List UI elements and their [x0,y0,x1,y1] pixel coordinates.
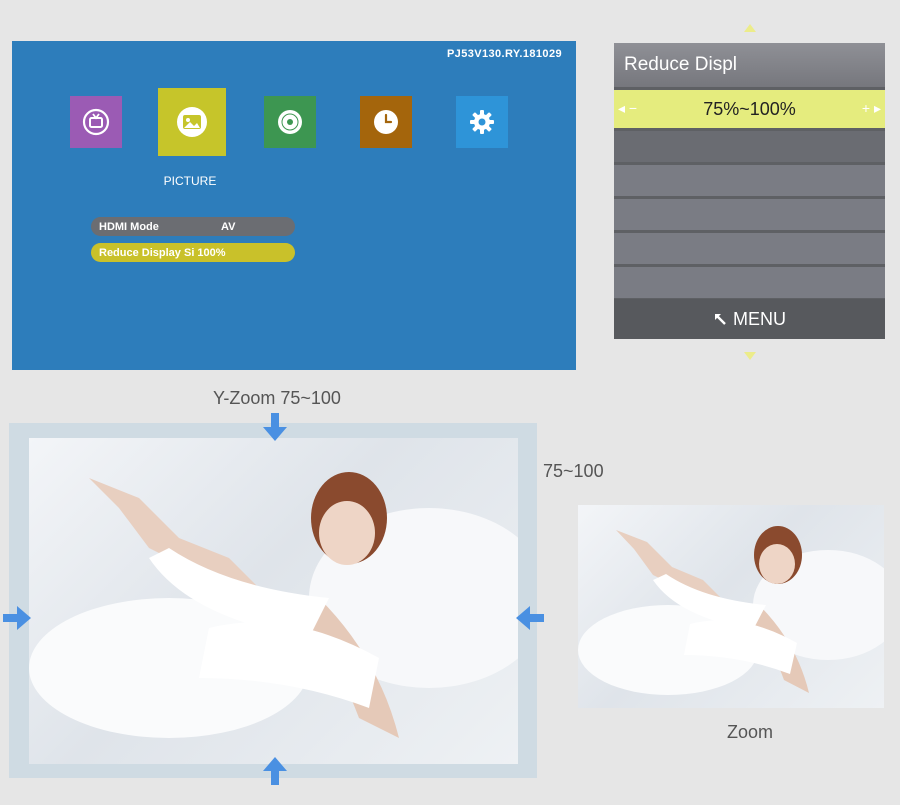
disc-icon [278,110,302,134]
arrow-left-icon [516,606,544,630]
decrease-control[interactable]: ◂ − [618,100,637,117]
menu-label: MENU [733,308,786,329]
selector-value: 75%~100% [703,98,796,119]
zoom-caption: Zoom [727,722,774,742]
clock-icon [374,110,398,134]
selected-category-label: PICTURE [163,174,217,188]
empty-option-row [614,196,885,230]
projector-menu-screen: PJ53V130.RY.181029 PICTURE HDMI Mode AV … [12,41,576,370]
arrow-down-icon [263,413,287,441]
reduce-display-size-setting[interactable]: Reduce Display Si 100% [91,243,295,262]
disc-category-button[interactable] [264,96,316,148]
setting-name: Reduce Display Si 100% [99,246,226,259]
empty-option-row [614,128,885,162]
zoomed-photo [29,438,518,764]
y-zoom-caption: Y-Zoom 75~100 [213,388,341,408]
clock-category-button[interactable] [360,96,412,148]
setting-name: HDMI Mode [99,220,159,233]
dialog-title: Reduce Displ [614,43,885,87]
picture-category-button[interactable] [158,88,226,156]
picture-icon [177,107,207,137]
tv-icon [82,108,110,136]
arrow-up-icon [263,757,287,785]
empty-option-row [614,162,885,196]
original-photo [578,505,884,708]
settings-category-button[interactable] [456,96,508,148]
firmware-version: PJ53V130.RY.181029 [446,48,562,60]
tv-category-button[interactable] [70,96,122,148]
empty-option-row [614,230,885,264]
hdmi-mode-setting[interactable]: HDMI Mode AV [91,217,295,236]
scroll-up-icon [744,24,756,32]
empty-option-row [614,264,885,298]
increase-control[interactable]: + ▸ [862,100,881,117]
setting-value: AV [221,220,236,233]
menu-back-button[interactable]: MENU [614,299,885,339]
scroll-down-icon [744,352,756,360]
arrow-right-icon [3,606,31,630]
gear-icon [470,110,494,134]
value-selector[interactable]: ◂ − 75%~100% + ▸ [614,90,885,128]
reduce-display-dialog: Reduce Displ ◂ − 75%~100% + ▸ MENU [614,43,885,339]
back-arrow-icon [715,314,726,325]
